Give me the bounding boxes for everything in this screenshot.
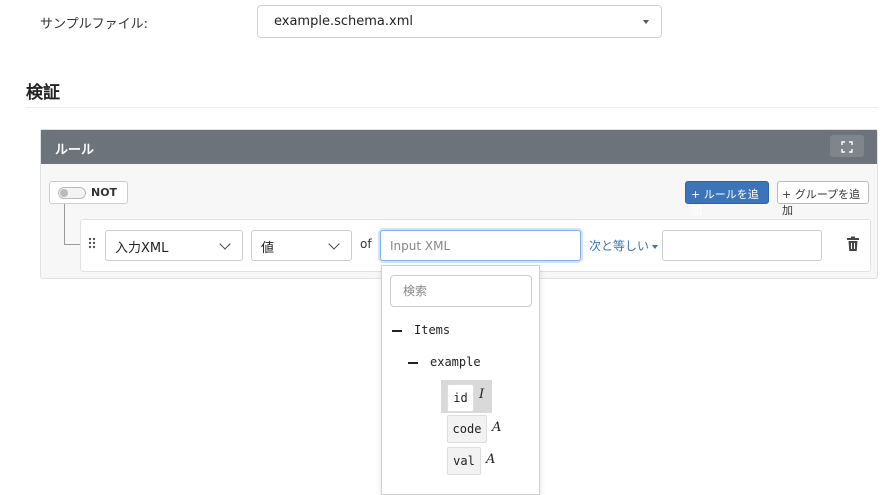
section-title: 検証	[26, 83, 60, 103]
operator-label: 次と等しい	[589, 239, 650, 253]
string-type-icon: A	[486, 452, 496, 467]
integer-type-icon: I	[479, 387, 485, 402]
field-select[interactable]: 入力XML	[105, 230, 243, 261]
group-connector-line	[64, 244, 80, 245]
drag-handle-icon[interactable]	[88, 237, 100, 253]
caret-down-icon	[652, 244, 659, 249]
input-xml-field[interactable]	[380, 230, 581, 261]
switch-knob	[60, 189, 68, 197]
not-label: NOT	[91, 186, 118, 199]
tree-node-items[interactable]: Items	[392, 323, 450, 337]
add-rule-button[interactable]: + ルールを追加	[685, 181, 769, 217]
rules-panel-title: ルール	[55, 143, 95, 158]
group-connector-line	[64, 204, 65, 244]
chevron-down-icon	[219, 238, 231, 250]
sample-file-value: example.schema.xml	[274, 14, 413, 29]
field-select-value: 入力XML	[115, 241, 169, 256]
not-toggle[interactable]: NOT	[49, 181, 128, 204]
delete-rule-button[interactable]	[846, 236, 862, 254]
section-divider	[26, 107, 878, 108]
operator-select[interactable]: 次と等しい	[589, 237, 659, 254]
sample-file-label: サンプルファイル:	[40, 17, 148, 32]
chevron-down-icon	[328, 238, 340, 250]
tree-node-example[interactable]: example	[408, 355, 481, 369]
collapse-icon[interactable]	[408, 361, 418, 364]
rules-panel-header: ルール	[41, 130, 877, 164]
trash-icon	[847, 236, 859, 251]
caret-down-icon	[643, 20, 649, 24]
tree-leaf-code[interactable]: code	[447, 415, 487, 443]
not-switch[interactable]	[58, 187, 86, 199]
tree-leaf-val[interactable]: val	[447, 447, 481, 475]
rule-value-input[interactable]	[662, 230, 822, 261]
dropdown-search-input[interactable]	[390, 275, 532, 307]
add-group-button[interactable]: + グループを追加	[777, 181, 869, 217]
string-type-icon: A	[492, 420, 502, 435]
tree-node-label: Items	[414, 323, 451, 337]
value-type-select[interactable]: 値	[251, 230, 352, 261]
tree-node-label: example	[430, 355, 481, 369]
expand-icon	[841, 140, 853, 153]
collapse-icon[interactable]	[392, 329, 402, 332]
fullscreen-button[interactable]	[830, 135, 864, 157]
of-label: of	[360, 237, 372, 251]
value-type-select-value: 値	[261, 241, 275, 256]
tree-leaf-id[interactable]: id	[447, 384, 474, 412]
sample-file-select[interactable]: example.schema.xml	[257, 5, 662, 38]
